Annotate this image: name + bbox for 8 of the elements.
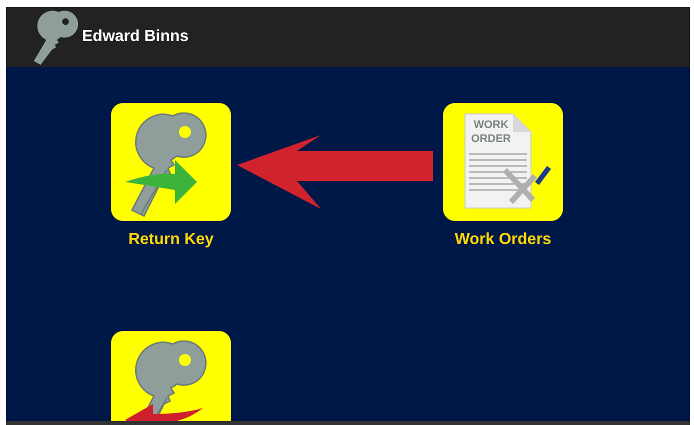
tile-label: Return Key xyxy=(128,230,214,250)
tile-label: Work Orders xyxy=(454,230,552,250)
document-label: WORK ORDER xyxy=(470,118,512,146)
left-arrow-icon xyxy=(237,135,433,209)
menu-tile[interactable] xyxy=(111,103,231,221)
user-name: Edward Binns xyxy=(82,27,189,47)
menu-tile[interactable]: WORK ORDER xyxy=(443,103,563,221)
menu-tile[interactable] xyxy=(111,331,231,421)
